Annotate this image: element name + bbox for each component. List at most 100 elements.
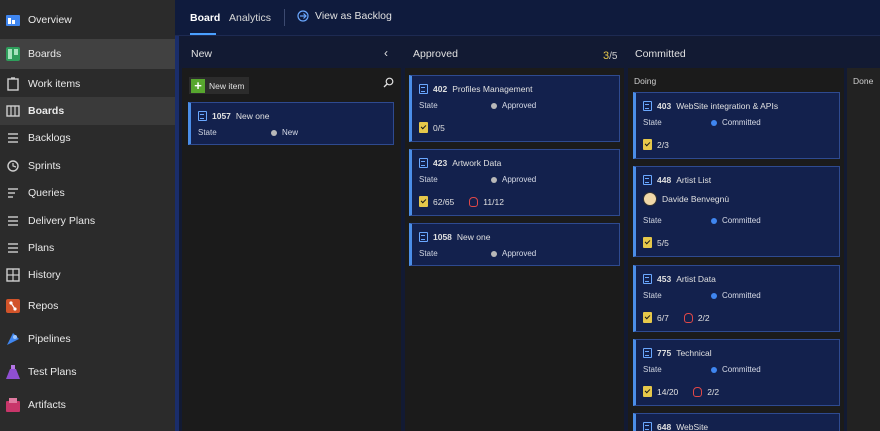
sidebar-item-test-plans[interactable]: Test Plans — [0, 358, 175, 386]
task-count: 6/7 — [657, 312, 669, 323]
work-item-card[interactable]: 648 WebSite — [633, 413, 840, 431]
plus-icon: + — [191, 78, 205, 93]
work-item-card[interactable]: 402 Profiles Management State Approved 0/… — [409, 75, 620, 142]
task-count: 2/3 — [657, 139, 669, 150]
card-title[interactable]: Artist List — [676, 175, 711, 185]
test-plans-icon — [5, 364, 21, 380]
bug-icon — [683, 312, 693, 323]
card-id: 423 — [433, 158, 448, 168]
board-header: Board Analytics View as Backlog — [175, 0, 880, 36]
sidebar-item-sprints[interactable]: Sprints — [0, 152, 175, 180]
sidebar-item-label: Pipelines — [28, 333, 71, 345]
task-progress[interactable]: 62/65 11/12 — [419, 196, 504, 207]
app-window: Overview Boards Work items Boards Backlo… — [0, 0, 880, 431]
card-id: 453 — [657, 274, 672, 284]
state-dot — [711, 119, 717, 126]
work-item-card[interactable]: 448 Artist List Davide Benvegnù State Com… — [633, 166, 840, 257]
user-story-icon — [419, 232, 428, 242]
work-item-card[interactable]: 403 WebSite integration & APIs State Comm… — [633, 92, 840, 159]
card-id: 1057 — [212, 111, 231, 121]
task-progress[interactable]: 0/5 — [419, 122, 445, 133]
card-title[interactable]: Artwork Data — [452, 158, 501, 168]
task-count: 0/5 — [433, 122, 445, 133]
artifacts-icon — [5, 397, 21, 413]
sidebar-item-label: Boards — [28, 105, 65, 117]
sidebar-item-artifacts[interactable]: Artifacts — [0, 391, 175, 419]
task-progress[interactable]: 14/20 2/2 — [643, 386, 719, 397]
user-story-icon — [643, 274, 652, 284]
state-text: Approved — [502, 101, 537, 110]
sidebar-item-plans[interactable]: Plans — [0, 234, 175, 262]
state-dot — [711, 366, 717, 373]
card-title[interactable]: Profiles Management — [452, 84, 532, 94]
card-id: 403 — [657, 101, 672, 111]
queries-icon — [5, 185, 21, 201]
tab-board[interactable]: Board — [190, 12, 220, 24]
tab-analytics[interactable]: Analytics — [229, 12, 271, 24]
sidebar-item-pipelines[interactable]: Pipelines — [0, 325, 175, 353]
state-label: State — [643, 365, 662, 374]
card-id: 775 — [657, 348, 672, 358]
column-approved: 402 Profiles Management State Approved 0/… — [405, 68, 624, 431]
column-header-approved: Approved — [413, 48, 458, 60]
search-icon[interactable] — [383, 77, 394, 88]
arrow-circle-icon — [297, 10, 309, 22]
collapse-column-icon[interactable]: ‹ — [384, 46, 388, 60]
work-item-card[interactable]: 423 Artwork Data State Approved 62/65 11/1… — [409, 149, 620, 216]
user-story-icon — [643, 175, 652, 185]
work-item-card[interactable]: 453 Artist Data State Committed 6/7 2/2 — [633, 265, 840, 332]
work-item-card[interactable]: 1057 New one State New — [188, 102, 394, 145]
state-text: Approved — [502, 249, 537, 258]
task-checklist-icon — [419, 196, 428, 207]
card-title[interactable]: Artist Data — [676, 274, 716, 284]
card-id: 402 — [433, 84, 448, 94]
sidebar-item-queries[interactable]: Queries — [0, 179, 175, 207]
user-story-icon — [643, 348, 652, 358]
state-value: Approved — [491, 249, 536, 258]
assignee[interactable]: Davide Benvegnù — [643, 192, 729, 206]
user-story-icon — [419, 158, 428, 168]
task-progress[interactable]: 6/7 2/2 — [643, 312, 710, 323]
sidebar-item-backlogs[interactable]: Backlogs — [0, 124, 175, 152]
card-title[interactable]: New one — [236, 111, 270, 121]
wip-max: /5 — [609, 51, 618, 62]
sidebar-item-history[interactable]: History — [0, 261, 175, 289]
sidebar-item-repos[interactable]: Repos — [0, 292, 175, 320]
sidebar-item-boards[interactable]: Boards — [0, 97, 175, 125]
new-item-button[interactable]: + New item — [189, 77, 250, 94]
state-dot — [491, 250, 497, 257]
new-item-label: New item — [209, 80, 245, 91]
active-tab-indicator — [190, 33, 216, 35]
sidebar-item-work-items[interactable]: Work items — [0, 70, 175, 98]
card-title[interactable]: WebSite integration & APIs — [676, 101, 778, 111]
boards-icon — [5, 103, 21, 119]
sidebar-item-label: Queries — [28, 187, 65, 199]
state-label: State — [419, 249, 438, 258]
task-progress[interactable]: 2/3 — [643, 139, 669, 150]
wip-limit: 3/5 — [603, 50, 617, 62]
task-count: 62/65 — [433, 196, 455, 207]
card-title[interactable]: Technical — [676, 348, 711, 358]
view-as-backlog-button[interactable]: View as Backlog — [297, 10, 392, 22]
sidebar-item-label: Overview — [28, 14, 72, 26]
work-item-card[interactable]: 1058 New one State Approved — [409, 223, 620, 266]
backlogs-icon — [5, 130, 21, 146]
sidebar: Overview Boards Work items Boards Backlo… — [0, 0, 175, 431]
sidebar-item-label: Work items — [28, 78, 81, 90]
sidebar-item-overview[interactable]: Overview — [0, 6, 175, 34]
sidebar-item-delivery-plans[interactable]: Delivery Plans — [0, 207, 175, 235]
sidebar-item-boards-hub[interactable]: Boards — [0, 39, 175, 69]
bug-count: 2/2 — [697, 312, 710, 323]
work-item-card[interactable]: 775 Technical State Committed 14/20 2/2 — [633, 339, 840, 406]
task-progress[interactable]: 5/5 — [643, 237, 669, 248]
state-text: New — [282, 128, 299, 137]
sidebar-item-label: Test Plans — [28, 366, 77, 378]
header-divider — [284, 9, 285, 26]
overview-icon — [5, 12, 21, 28]
assignee-name: Davide Benvegnù — [662, 194, 730, 204]
card-title[interactable]: New one — [457, 232, 491, 242]
state-label: State — [419, 175, 438, 184]
sidebar-item-label: Plans — [28, 242, 55, 254]
card-title[interactable]: WebSite — [676, 422, 708, 431]
task-checklist-icon — [643, 312, 652, 323]
